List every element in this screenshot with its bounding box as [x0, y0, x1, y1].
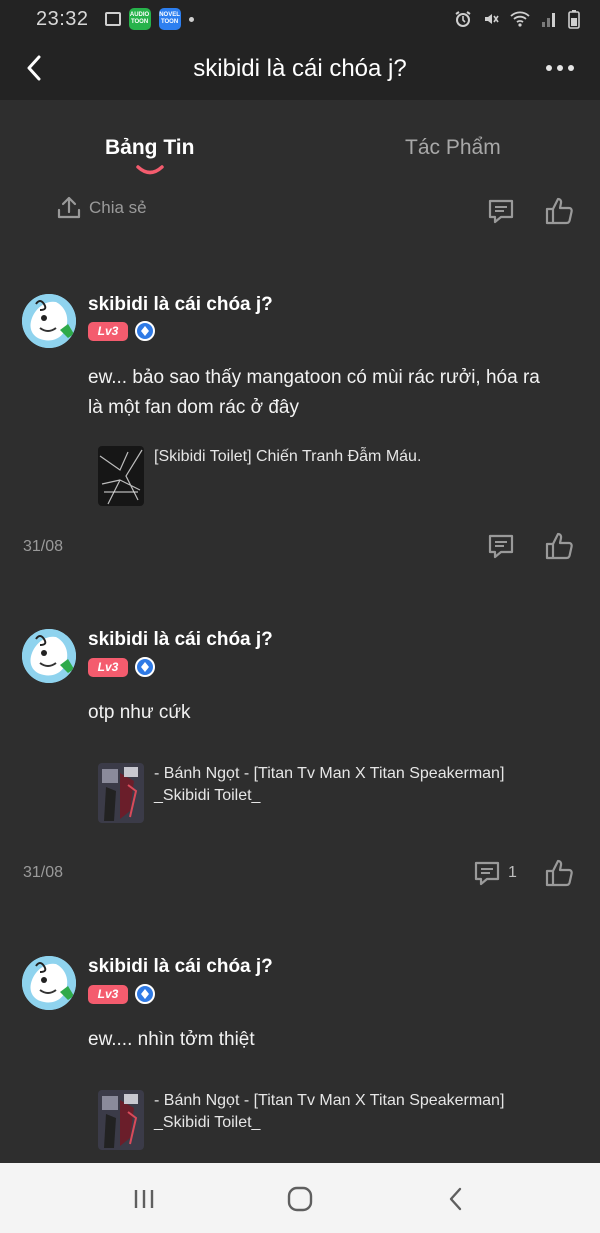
level-badge: Lv3 — [88, 658, 128, 677]
comment-count: 1 — [508, 864, 517, 881]
tab-tac-pham[interactable]: Tác Phẩm — [405, 136, 501, 160]
chevron-left-icon — [449, 1187, 462, 1211]
post-date: 31/08 — [23, 538, 64, 555]
linked-work-card[interactable]: - Bánh Ngọt - [Titan Tv Man X Titan Spea… — [98, 1090, 568, 1150]
comment-button[interactable] — [470, 856, 504, 890]
battery-icon — [568, 10, 580, 29]
more-dot-icon — [546, 65, 552, 71]
level-badge: Lv3 — [88, 985, 128, 1004]
like-button[interactable] — [542, 194, 576, 228]
work-thumbnail — [98, 446, 144, 506]
work-title: - Bánh Ngọt - [Titan Tv Man X Titan Spea… — [154, 765, 505, 804]
thumbs-up-icon — [545, 197, 573, 225]
verified-badge-icon — [135, 984, 155, 1004]
post-text: ew.... nhìn tởm thiệt — [88, 1029, 255, 1050]
audio-toon-app-icon: AUDIO TOON — [128, 8, 151, 30]
verified-badge-icon — [135, 657, 155, 677]
comment-button[interactable] — [484, 529, 518, 563]
wifi-icon — [510, 11, 530, 27]
back-button[interactable] — [18, 52, 50, 84]
tab-bang-tin[interactable]: Bảng Tin — [105, 136, 194, 160]
level-badge: Lv3 — [88, 322, 128, 341]
work-thumbnail — [98, 1090, 144, 1150]
post-text: ew... bảo sao thấy mangatoon có mùi rác … — [88, 367, 540, 418]
post-username[interactable]: skibidi là cái chóa j? — [88, 629, 273, 651]
comment-icon — [488, 199, 514, 224]
more-dot-icon — [568, 65, 574, 71]
share-icon — [57, 196, 81, 219]
avatar-image — [22, 956, 76, 1010]
share-button[interactable]: Chia sẻ — [55, 194, 147, 222]
avatar-image — [22, 294, 76, 348]
gallery-notification-icon — [104, 12, 121, 26]
status-time: 23:32 — [36, 7, 89, 30]
tab-bar: Bảng Tin Tác Phẩm — [0, 100, 600, 190]
recent-apps-button[interactable] — [124, 1181, 164, 1217]
comment-icon — [488, 534, 514, 559]
feed-post: skibidi là cái chóa j? Lv3 ew.... nhìn t… — [0, 942, 600, 1163]
thumbs-up-icon — [545, 532, 573, 560]
active-tab-indicator — [136, 165, 164, 175]
recent-apps-icon — [134, 1190, 154, 1208]
alarm-icon — [455, 11, 471, 27]
feed-post: skibidi là cái chóa j? Lv3 ew... bảo sao… — [0, 280, 600, 580]
chevron-left-icon — [27, 55, 41, 81]
verified-badge-icon — [135, 321, 155, 341]
signal-icon — [542, 13, 555, 27]
post-text: otp như cứk — [88, 702, 191, 723]
novel-toon-app-icon: NOVEL TOON — [158, 8, 181, 30]
comment-icon — [474, 861, 500, 886]
work-thumbnail — [98, 763, 144, 823]
feed-actions: Chia sẻ — [0, 190, 600, 234]
status-bar: 23:32 AUDIO TOON NOVEL TOON — [0, 0, 600, 38]
system-back-button[interactable] — [436, 1181, 476, 1217]
post-date: 31/08 — [23, 864, 64, 881]
post-username[interactable]: skibidi là cái chóa j? — [88, 956, 273, 978]
linked-work-card[interactable]: - Bánh Ngọt - [Titan Tv Man X Titan Spea… — [98, 763, 568, 823]
home-button[interactable] — [280, 1181, 320, 1217]
top-app-bar: skibidi là cái chóa j? — [0, 38, 600, 100]
thumbs-up-icon — [545, 859, 573, 887]
comment-button[interactable] — [484, 194, 518, 228]
like-button[interactable] — [542, 529, 576, 563]
mute-icon — [485, 14, 499, 24]
linked-work-card[interactable]: [Skibidi Toilet] Chiến Tranh Đẫm Máu. — [98, 446, 568, 506]
more-notifications-dot-icon — [188, 16, 194, 22]
avatar-image — [22, 629, 76, 683]
home-icon — [287, 1186, 313, 1212]
avatar[interactable] — [22, 294, 76, 348]
more-options-button[interactable] — [540, 53, 580, 83]
avatar[interactable] — [22, 956, 76, 1010]
like-button[interactable] — [542, 856, 576, 890]
more-dot-icon — [557, 65, 563, 71]
feed-post: skibidi là cái chóa j? Lv3 otp như cứk -… — [0, 615, 600, 915]
system-navigation-bar — [0, 1163, 600, 1233]
avatar[interactable] — [22, 629, 76, 683]
share-label: Chia sẻ — [89, 198, 147, 217]
work-title: - Bánh Ngọt - [Titan Tv Man X Titan Spea… — [154, 1092, 505, 1131]
work-title: [Skibidi Toilet] Chiến Tranh Đẫm Máu. — [154, 448, 422, 465]
page-title: skibidi là cái chóa j? — [193, 55, 407, 82]
post-username[interactable]: skibidi là cái chóa j? — [88, 294, 273, 316]
